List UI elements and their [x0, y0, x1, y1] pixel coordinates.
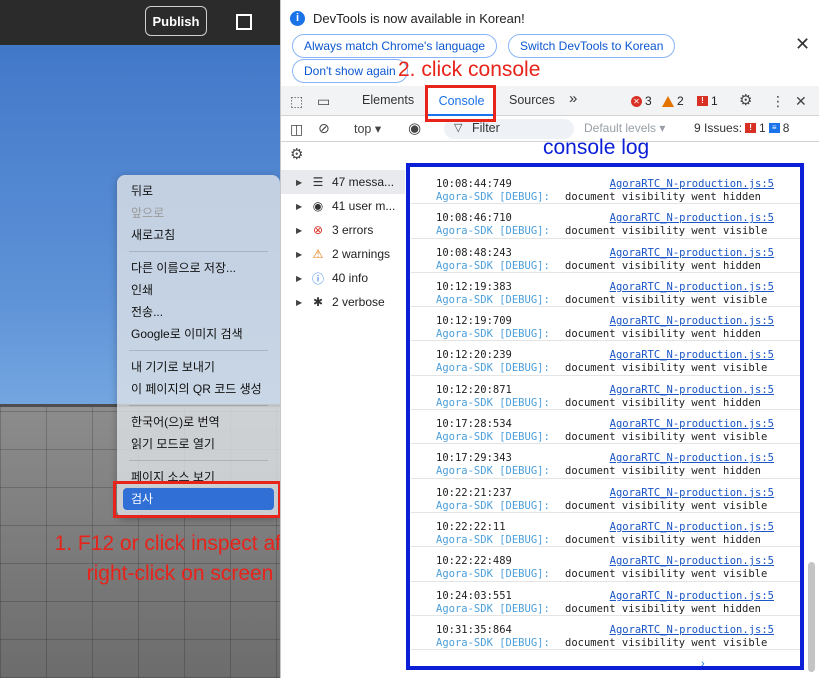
context-menu-item: 앞으로	[131, 206, 165, 220]
context-menu-item[interactable]: 한국어(으)로 번역	[117, 411, 280, 433]
close-icon[interactable]: ✕	[795, 34, 810, 55]
tab-sources[interactable]: Sources	[509, 93, 555, 107]
context-menu-item[interactable]: Google로 이미지 검색	[117, 323, 280, 345]
context-menu: 뒤로앞으로새로고침다른 이름으로 저장... 인쇄 전송... Google로 이미지…	[117, 175, 280, 518]
eye-icon[interactable]: ◉	[408, 119, 421, 137]
sidebar-toggle-icon[interactable]: ◫	[290, 121, 303, 138]
context-menu-item[interactable]: 뒤로	[117, 180, 280, 202]
error-icon: ⊗	[312, 223, 324, 237]
expand-arrow-icon[interactable]: ▶	[296, 226, 304, 235]
dont-show-again-button[interactable]: Don't show again	[292, 59, 408, 83]
expand-arrow-icon[interactable]: ▶	[296, 178, 304, 187]
menu-separator	[129, 350, 268, 351]
list-icon: ☰	[312, 175, 324, 189]
context-menu-item[interactable]: 인쇄	[117, 279, 280, 301]
user-icon: ◉	[312, 199, 324, 213]
issues-counter[interactable]: 9 Issues: ! 1 ≡ 8	[694, 121, 789, 135]
more-tabs-chevron-icon[interactable]: »	[569, 90, 577, 107]
close-devtools-icon[interactable]: ✕	[795, 93, 807, 110]
issue-flag-icon: !	[697, 96, 708, 106]
issue-count-badge[interactable]: ! 1	[697, 94, 718, 108]
menu-separator	[129, 405, 268, 406]
error-icon: ✕	[631, 95, 642, 107]
console-log-highlight-box	[406, 163, 804, 670]
kebab-menu-icon[interactable]: ⋮	[771, 93, 785, 110]
log-levels-dropdown[interactable]: Default levels ▾	[584, 121, 665, 135]
inspect-highlight-box	[113, 481, 281, 518]
sidebar-item-label: 47 messa...	[332, 175, 395, 189]
annotation-console-log: console log	[543, 136, 650, 159]
console-sidebar: ▶ ☰ 47 messa... ▶ ◉ 41 user m... ▶ ⊗ 3 errors ▶ ⚠ 2…	[281, 170, 405, 314]
sidebar-item-label: 2 warnings	[332, 247, 391, 261]
tab-elements[interactable]: Elements	[362, 93, 414, 107]
sidebar-item-label: 2 verbose	[332, 295, 385, 309]
info-icon: i	[290, 11, 305, 26]
expand-arrow-icon[interactable]: ▶	[296, 250, 304, 259]
sidebar-item[interactable]: ▶ ☰ 47 messa...	[281, 170, 405, 194]
error-count-badge[interactable]: ✕ 3	[631, 94, 652, 108]
devtools-tab-bar: ⬚ ▭ Elements Console Sources » ✕ 3 2 ! 1 ⚙…	[281, 86, 819, 116]
console-highlight-box	[425, 85, 496, 122]
expand-arrow-icon[interactable]: ▶	[296, 202, 304, 211]
sidebar-item[interactable]: ▶ ⚠ 2 warnings	[281, 242, 405, 266]
filter-icon: ▽	[454, 122, 463, 134]
filter-placeholder: Filter	[472, 121, 500, 135]
console-settings-gear-icon[interactable]: ⚙	[290, 145, 303, 163]
expand-arrow-icon[interactable]: ▶	[296, 298, 304, 307]
context-menu-item[interactable]: 다른 이름으로 저장...	[117, 257, 280, 279]
clear-console-icon[interactable]: ⊘	[318, 120, 330, 137]
warning-icon: ⚠	[312, 247, 324, 261]
sidebar-item[interactable]: ▶ ✱ 2 verbose	[281, 290, 405, 314]
context-menu-item[interactable]: 내 기기로 보내기	[117, 356, 280, 378]
message-icon: ≡	[768, 123, 780, 133]
sidebar-item[interactable]: ▶ ⊗ 3 errors	[281, 218, 405, 242]
context-menu-item[interactable]: 읽기 모드로 열기	[117, 433, 280, 455]
context-selector[interactable]: top ▾	[354, 121, 381, 136]
sidebar-item[interactable]: ▶ ◉ 41 user m...	[281, 194, 405, 218]
menu-separator	[129, 251, 268, 252]
context-menu-item[interactable]: 이 페이지의 QR 코드 생성	[117, 378, 280, 400]
bug-icon: ✱	[312, 295, 324, 309]
issue-flag-icon: !	[745, 123, 757, 133]
menu-separator	[129, 460, 268, 461]
context-menu-item[interactable]: 전송...	[117, 301, 280, 323]
annotation-step2: 2. click console	[398, 58, 541, 81]
context-menu-item[interactable]: 새로고침	[117, 224, 280, 246]
device-toolbar-icon[interactable]: ▭	[317, 93, 330, 110]
console-scrollbar[interactable]	[808, 562, 815, 672]
sidebar-item-label: 40 info	[332, 271, 369, 285]
language-infobar: i DevTools is now available in Korean! A…	[281, 0, 819, 86]
fullscreen-square-icon[interactable]	[236, 14, 252, 30]
sidebar-item-label: 3 errors	[332, 223, 374, 237]
publish-button[interactable]: Publish	[145, 6, 207, 36]
warning-icon	[662, 95, 674, 107]
sidebar-item[interactable]: ▶ ⓘ 40 info	[281, 266, 405, 290]
gear-icon[interactable]: ⚙	[739, 91, 752, 109]
expand-arrow-icon[interactable]: ▶	[296, 274, 304, 283]
inspect-element-icon[interactable]: ⬚	[290, 93, 303, 110]
infobar-message: DevTools is now available in Korean!	[313, 11, 525, 26]
warning-count-badge[interactable]: 2	[662, 94, 684, 108]
sidebar-item-label: 41 user m...	[332, 199, 396, 213]
page-top-bar: Publish	[0, 0, 280, 45]
info-icon: ⓘ	[311, 271, 324, 286]
